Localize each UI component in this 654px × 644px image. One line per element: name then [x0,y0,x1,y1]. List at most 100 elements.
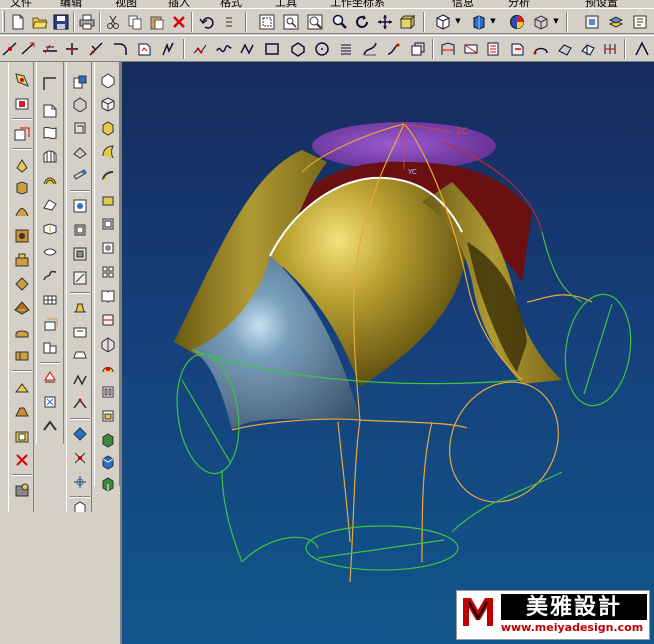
helix-icon[interactable] [336,39,356,59]
menu-view[interactable]: 视图 [115,0,137,8]
feature-pen-icon[interactable] [12,70,32,90]
studio-view-icon[interactable] [98,452,118,472]
studio-spline-icon[interactable] [238,39,258,59]
sphere-icon[interactable] [70,142,90,162]
split-body-icon[interactable] [70,322,90,342]
pattern-icon[interactable] [70,268,90,288]
edge-edit-icon[interactable] [70,394,90,414]
menu-info[interactable]: 信息 [452,0,474,8]
polygon-icon[interactable] [288,39,308,59]
point-set-icon[interactable] [190,39,210,59]
magnify-icon[interactable] [330,12,350,32]
bridge-surface-icon[interactable] [40,218,60,238]
group-feature-icon[interactable] [12,480,32,500]
wire-cube-icon[interactable] [98,94,118,114]
menu-insert[interactable]: 插入 [168,0,190,8]
draft-icon[interactable] [70,298,90,318]
extract-curve-icon[interactable] [507,39,527,59]
paste-icon[interactable] [147,12,167,32]
book-icon[interactable] [98,286,118,306]
simplify-curve-icon[interactable] [578,39,598,59]
layout-icon[interactable] [98,262,118,282]
front-view-icon[interactable] [98,118,118,138]
chamfer-icon[interactable] [158,39,178,59]
toolbar-grip[interactable] [2,11,5,32]
slot-icon[interactable] [12,322,32,342]
revolve-icon[interactable] [12,178,32,198]
sew-icon[interactable] [40,392,60,412]
arc-icon[interactable] [40,39,60,59]
cylinder-icon[interactable] [70,94,90,114]
tube-icon[interactable] [70,166,90,186]
intersect-curve-icon[interactable] [461,39,481,59]
trim-curve-icon[interactable] [600,39,620,59]
zoom-icon[interactable] [305,12,325,32]
wcs-icon[interactable] [397,12,417,32]
snap-point-icon[interactable] [70,472,90,492]
copy-icon[interactable] [125,12,145,32]
swept-surface-icon[interactable] [40,170,60,190]
menu-edit[interactable]: 编辑 [60,0,82,8]
right-view-icon[interactable] [98,142,118,162]
point-icon[interactable] [62,39,82,59]
preferences-icon[interactable] [582,12,602,32]
instance-icon[interactable] [70,220,90,240]
redo-icon[interactable] [219,12,239,32]
circle-icon[interactable] [312,39,332,59]
menu-analysis[interactable]: 分析 [508,0,530,8]
shaded-cube-icon[interactable] [433,12,453,32]
perspective-icon[interactable] [98,334,118,354]
trim-surface-icon[interactable] [70,346,90,366]
block-icon[interactable] [70,72,90,92]
new-file-icon[interactable] [8,12,28,32]
more-tools-icon[interactable] [632,39,652,59]
left-view-icon[interactable] [98,214,118,234]
face-analysis-icon[interactable] [98,474,118,494]
chevron-down-icon[interactable]: ▼ [553,14,559,28]
back-view-icon[interactable] [98,238,118,258]
help-icon[interactable] [630,12,650,32]
extrude-icon[interactable] [12,156,32,176]
fit-view-icon[interactable] [257,12,277,32]
hole-icon[interactable] [12,226,32,246]
extension-icon[interactable] [40,338,60,358]
chevron-down-icon[interactable]: ▼ [490,14,496,28]
shaded-view-icon[interactable] [98,430,118,450]
line-icon[interactable] [18,39,38,59]
cut-icon[interactable] [103,12,123,32]
wireframe-icon[interactable] [98,382,118,402]
save-icon[interactable] [51,12,71,32]
spline-icon[interactable] [86,39,106,59]
rectangle-icon[interactable] [262,39,282,59]
chevron-down-icon[interactable]: ▼ [455,14,461,28]
section-view-icon[interactable] [98,358,118,378]
datum-plane-icon[interactable] [12,94,32,114]
delete-icon[interactable] [169,12,189,32]
text-curve-icon[interactable] [384,39,404,59]
project-curve-icon[interactable] [438,39,458,59]
open-folder-icon[interactable] [30,12,50,32]
bottom-view-icon[interactable] [98,190,118,210]
graphics-viewport[interactable]: ZC YC [120,62,654,644]
rotate-icon[interactable] [352,12,372,32]
chamfer-edge-icon[interactable] [12,402,32,422]
layer-icon[interactable] [606,12,626,32]
transition-icon[interactable] [40,266,60,286]
zoom-window-icon[interactable] [281,12,301,32]
pan-icon[interactable] [375,12,395,32]
mirror-icon[interactable] [70,244,90,264]
section-surface-icon[interactable] [40,194,60,214]
n-sided-surface-icon[interactable] [40,242,60,262]
target-icon[interactable] [70,196,90,216]
law-curve-icon[interactable] [360,39,380,59]
boolean-subtract-icon[interactable] [12,450,32,470]
analysis-sphere-icon[interactable] [507,12,527,32]
sketch-icon[interactable] [0,39,20,59]
surface-edge-icon[interactable] [40,74,60,94]
fillet-icon[interactable] [134,39,154,59]
render-icon[interactable] [469,12,489,32]
curve-mesh-icon[interactable] [40,146,60,166]
menu-preferences[interactable]: 预设置 [585,0,618,8]
box-icon[interactable] [531,12,551,32]
pocket-icon[interactable] [12,274,32,294]
